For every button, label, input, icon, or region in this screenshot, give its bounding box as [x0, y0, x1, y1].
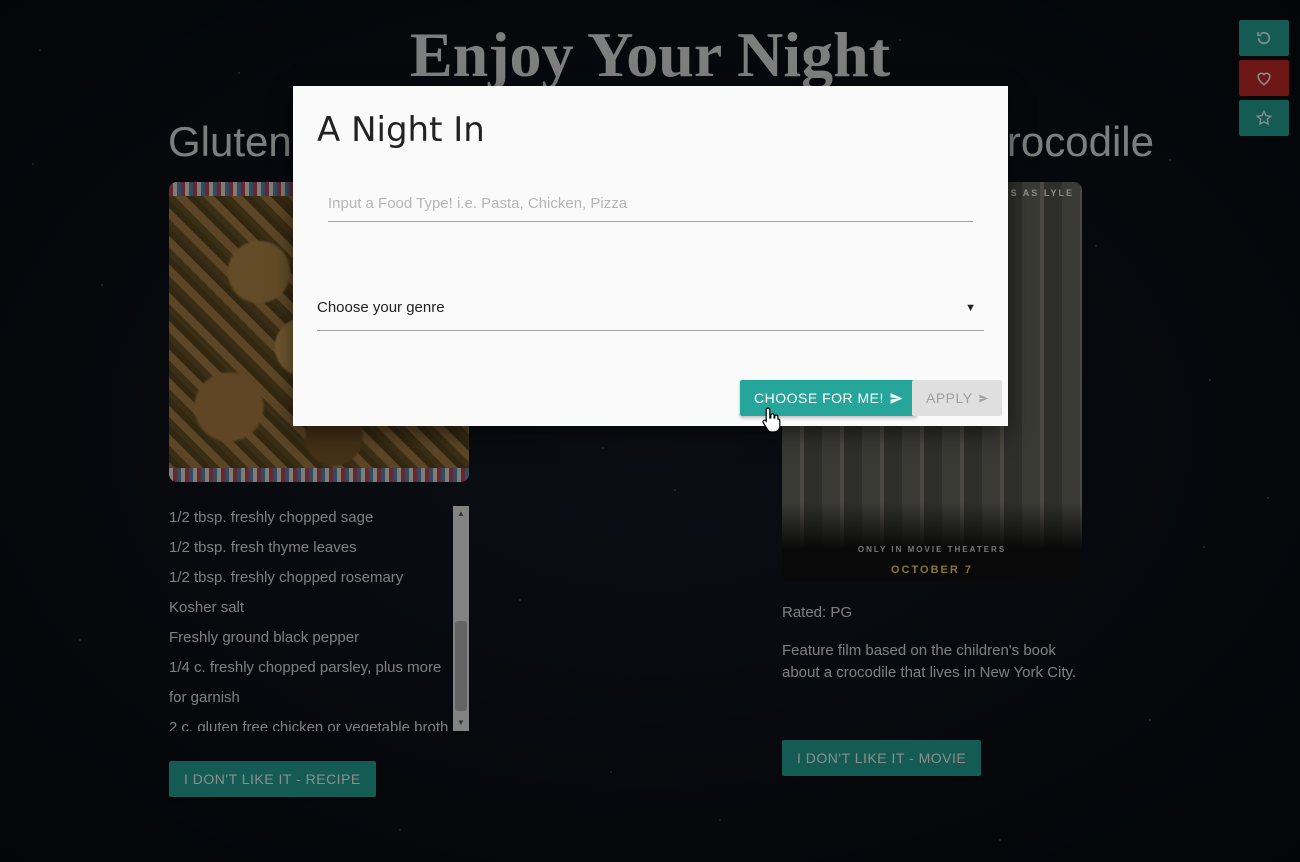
- genre-select[interactable]: Choose your genre ▼: [317, 293, 984, 331]
- night-in-modal: A Night In Choose your genre ▼ CHOOSE FO…: [293, 86, 1008, 426]
- genre-select-value: Choose your genre: [317, 299, 445, 316]
- food-type-input[interactable]: [328, 186, 973, 222]
- apply-button[interactable]: APPLY: [912, 380, 1002, 416]
- hand-cursor-icon: [762, 407, 781, 433]
- apply-button-label: APPLY: [926, 390, 973, 406]
- modal-title: A Night In: [317, 110, 485, 150]
- chevron-down-icon: ▼: [965, 302, 976, 314]
- send-icon: [979, 394, 988, 402]
- send-icon: [890, 392, 903, 404]
- choose-button-label: CHOOSE FOR ME!: [754, 390, 884, 406]
